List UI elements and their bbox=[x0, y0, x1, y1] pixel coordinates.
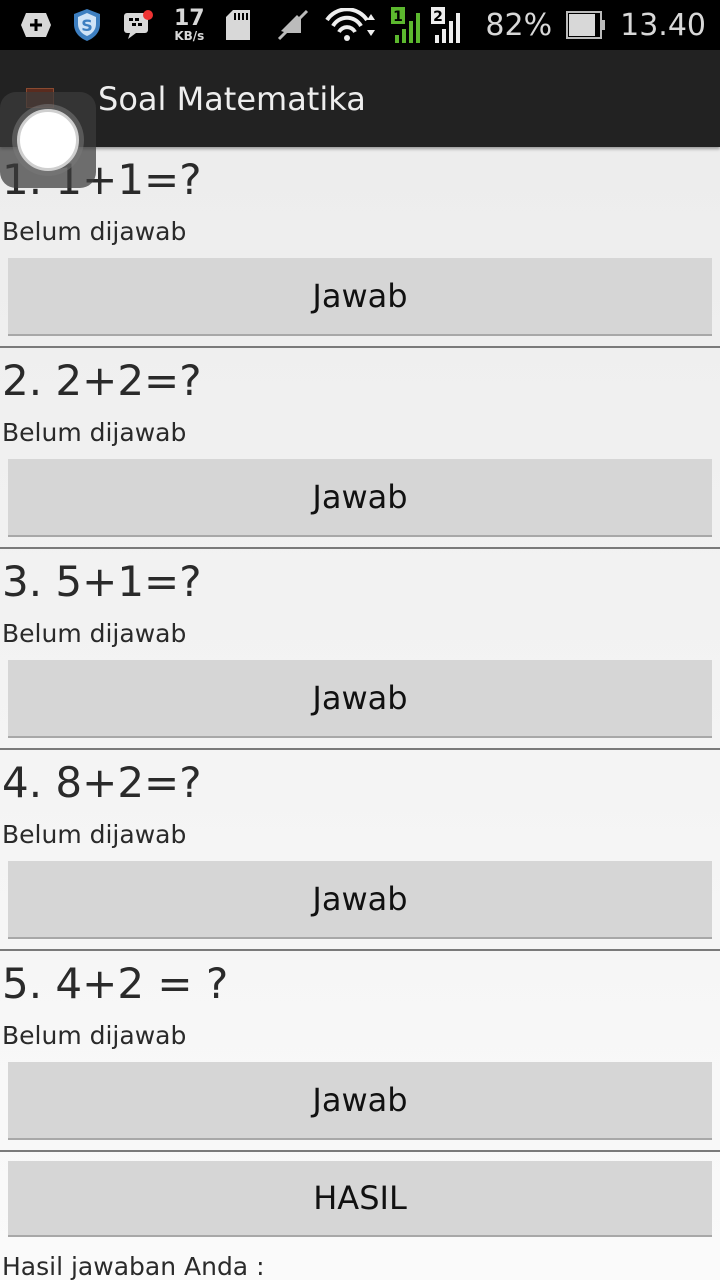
question-text: 4. 8+2=? bbox=[2, 758, 202, 807]
battery-percent: 82% bbox=[485, 7, 553, 43]
answer-button[interactable]: Jawab bbox=[8, 258, 712, 336]
answer-status: Belum dijawab bbox=[2, 217, 187, 246]
wifi-icon bbox=[325, 8, 377, 42]
question-item: 5. 4+2 = ? Belum dijawab Jawab bbox=[0, 951, 720, 1152]
answer-status: Belum dijawab bbox=[2, 820, 187, 849]
app-title: Soal Matematika bbox=[98, 80, 366, 118]
assistive-ring-icon bbox=[12, 104, 84, 176]
battery-icon bbox=[566, 11, 606, 39]
svg-text:S: S bbox=[81, 16, 93, 35]
answer-button[interactable]: Jawab bbox=[8, 861, 712, 939]
network-speed: 17 KB/s bbox=[174, 6, 205, 43]
question-item: 1. 1+1=? Belum dijawab Jawab bbox=[0, 147, 720, 348]
answer-button[interactable]: Jawab bbox=[8, 660, 712, 738]
network-speed-value: 17 bbox=[174, 6, 205, 31]
bbm-icon bbox=[122, 9, 154, 41]
status-bar: S 17 KB/s 1 2 82% 13.40 bbox=[0, 0, 720, 50]
sim1-label: 1 bbox=[394, 9, 404, 25]
question-text: 5. 4+2 = ? bbox=[2, 959, 229, 1008]
answer-status: Belum dijawab bbox=[2, 1021, 187, 1050]
question-text: 3. 5+1=? bbox=[2, 557, 202, 606]
shield-icon: S bbox=[72, 8, 102, 42]
answer-button[interactable]: Jawab bbox=[8, 459, 712, 537]
network-speed-unit: KB/s bbox=[174, 29, 205, 43]
question-text: 2. 2+2=? bbox=[2, 356, 202, 405]
app-bar: Soal Matematika bbox=[0, 50, 720, 147]
mute-icon bbox=[275, 9, 311, 41]
sd-card-icon bbox=[225, 9, 251, 41]
floating-assistive-button[interactable] bbox=[0, 92, 96, 188]
plus-icon bbox=[20, 11, 52, 39]
answer-status: Belum dijawab bbox=[2, 418, 187, 447]
sim2-label: 2 bbox=[434, 9, 444, 25]
question-item: 3. 5+1=? Belum dijawab Jawab bbox=[0, 549, 720, 750]
question-item: 2. 2+2=? Belum dijawab Jawab bbox=[0, 348, 720, 549]
result-button[interactable]: HASIL bbox=[8, 1161, 712, 1237]
result-label: Hasil jawaban Anda : bbox=[2, 1252, 265, 1280]
question-list: 1. 1+1=? Belum dijawab Jawab 2. 2+2=? Be… bbox=[0, 147, 720, 1152]
question-item: 4. 8+2=? Belum dijawab Jawab bbox=[0, 750, 720, 951]
answer-button[interactable]: Jawab bbox=[8, 1062, 712, 1140]
clock: 13.40 bbox=[620, 7, 706, 43]
answer-status: Belum dijawab bbox=[2, 619, 187, 648]
signal-icon: 1 2 bbox=[391, 5, 471, 45]
